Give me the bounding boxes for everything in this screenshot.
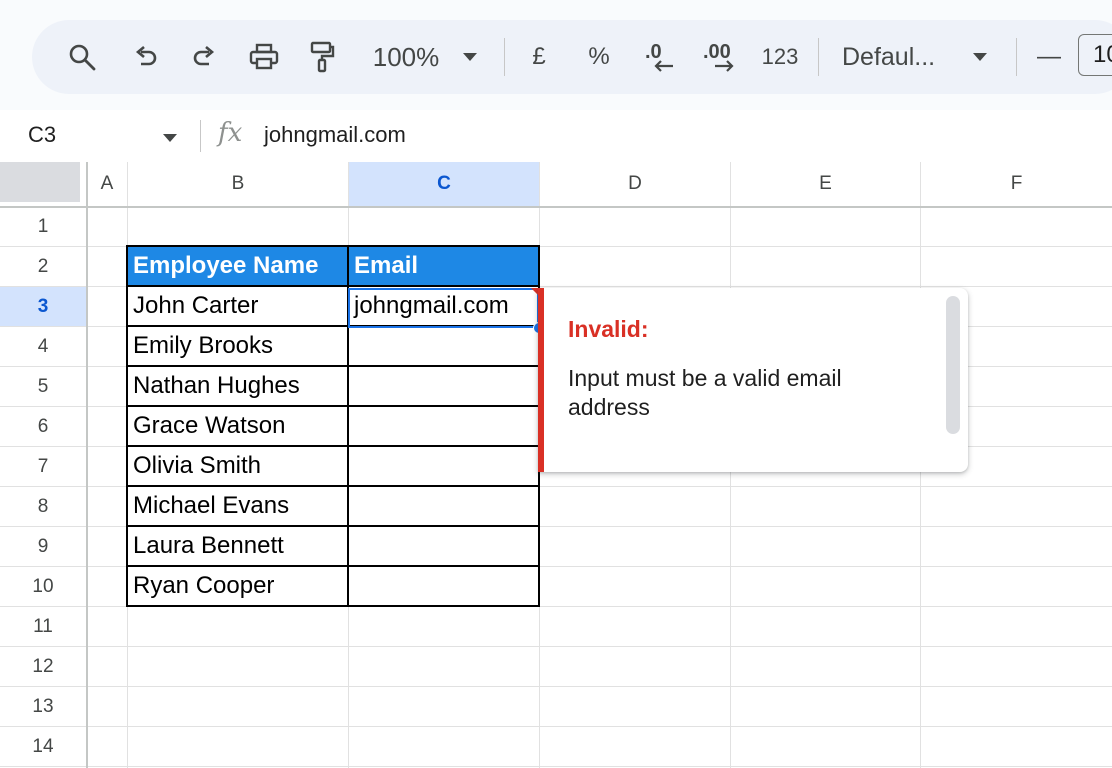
email-cell[interactable] [348,486,539,526]
row-gridline [0,726,1112,727]
number-format-button[interactable]: 123 [758,20,802,94]
decrease-decimal-icon[interactable]: .0 [640,20,680,94]
email-cell[interactable] [348,446,539,486]
undo-icon[interactable] [126,20,166,94]
popup-title: Invalid: [568,316,649,342]
employee-name-cell[interactable]: Olivia Smith [127,446,348,486]
toolbar-divider [818,38,819,76]
search-icon[interactable] [62,20,102,94]
column-header-f[interactable]: F [921,162,1112,206]
percent-label: % [588,43,610,70]
column-header-c[interactable]: C [349,162,539,206]
table-border [126,245,128,607]
minus-label: — [1037,43,1061,70]
email-cell[interactable] [348,526,539,566]
currency-label: £ [532,43,546,70]
row-gridline [0,646,1112,647]
column-header-d[interactable]: D [540,162,730,206]
table-border [126,405,540,407]
email-cell[interactable] [348,566,539,606]
table-border [126,445,540,447]
row-header-1[interactable]: 1 [0,207,86,246]
column-header-a[interactable]: A [87,162,127,206]
font-label: Defaul... [842,42,936,71]
employee-name-cell[interactable]: Grace Watson [127,406,348,446]
table-header-cell[interactable]: Employee Name [127,246,348,286]
employee-name-cell[interactable]: Laura Bennett [127,526,348,566]
active-cell-outline [348,288,539,328]
svg-text:.00: .00 [703,41,731,63]
header-divider [0,206,1112,208]
zoom-value: 100% [372,41,440,72]
row-header-14[interactable]: 14 [0,727,86,766]
toolbar-divider [504,38,505,76]
table-border [126,525,540,527]
row-header-11[interactable]: 11 [0,607,86,646]
paint-format-icon[interactable] [302,20,342,94]
employee-name-cell[interactable]: Ryan Cooper [127,566,348,606]
redo-icon[interactable] [184,20,224,94]
select-all-corner[interactable] [0,162,86,206]
validation-popup: Invalid: Input must be a valid email add… [538,288,968,472]
table-border [126,605,540,607]
table-header-cell[interactable]: Email [348,246,539,286]
table-border [126,565,540,567]
number-format-label: 123 [761,44,799,69]
error-accent-bar [538,288,544,472]
row-gridline [0,686,1112,687]
email-cell[interactable] [348,326,539,366]
toolbar-divider [1016,38,1017,76]
table-border [126,485,540,487]
table-border [126,285,540,287]
row-header-8[interactable]: 8 [0,487,86,526]
table-border [126,365,540,367]
row-gridline [0,766,1112,767]
percent-button[interactable]: % [584,20,614,94]
popup-message: Input must be a valid email address [568,365,842,420]
employee-name-cell[interactable]: Emily Brooks [127,326,348,366]
formula-input[interactable]: johngmail.com [264,122,406,148]
font-select[interactable]: Defaul... [842,20,952,94]
popup-scrollbar[interactable] [946,296,960,434]
row-header-10[interactable]: 10 [0,567,86,606]
decrease-font-size-button[interactable]: — [1034,20,1064,94]
row-header-7[interactable]: 7 [0,447,86,486]
row-header-12[interactable]: 12 [0,647,86,686]
email-cell[interactable] [348,366,539,406]
svg-text:.0: .0 [645,41,662,63]
toolbar: 100% £ % .0 .00 123 Defaul... — [32,20,1112,94]
email-cell[interactable] [348,406,539,446]
formula-divider [200,120,201,152]
row-header-6[interactable]: 6 [0,407,86,446]
dropdown-arrow-icon[interactable] [968,20,992,94]
row-header-9[interactable]: 9 [0,527,86,566]
row-header-13[interactable]: 13 [0,687,86,726]
employee-name-cell[interactable]: John Carter [127,286,348,326]
font-size-value: 10 [1093,41,1112,68]
currency-button[interactable]: £ [524,20,554,94]
increase-decimal-icon[interactable]: .00 [698,20,742,94]
name-box-dropdown-icon[interactable] [162,130,178,148]
zoom-select[interactable]: 100% [366,20,446,94]
header-divider [86,162,88,768]
row-header-2[interactable]: 2 [0,247,86,286]
print-icon[interactable] [244,20,284,94]
table-border [126,245,540,247]
fx-icon: fx [218,118,243,148]
dropdown-arrow-icon[interactable] [458,20,482,94]
employee-name-cell[interactable]: Michael Evans [127,486,348,526]
column-header-b[interactable]: B [128,162,348,206]
name-box[interactable]: C3 [28,122,56,148]
employee-name-cell[interactable]: Nathan Hughes [127,366,348,406]
row-header-3[interactable]: 3 [0,287,86,326]
column-header-e[interactable]: E [731,162,920,206]
row-header-5[interactable]: 5 [0,367,86,406]
row-header-4[interactable]: 4 [0,327,86,366]
font-size-input[interactable]: 10 [1078,34,1112,76]
